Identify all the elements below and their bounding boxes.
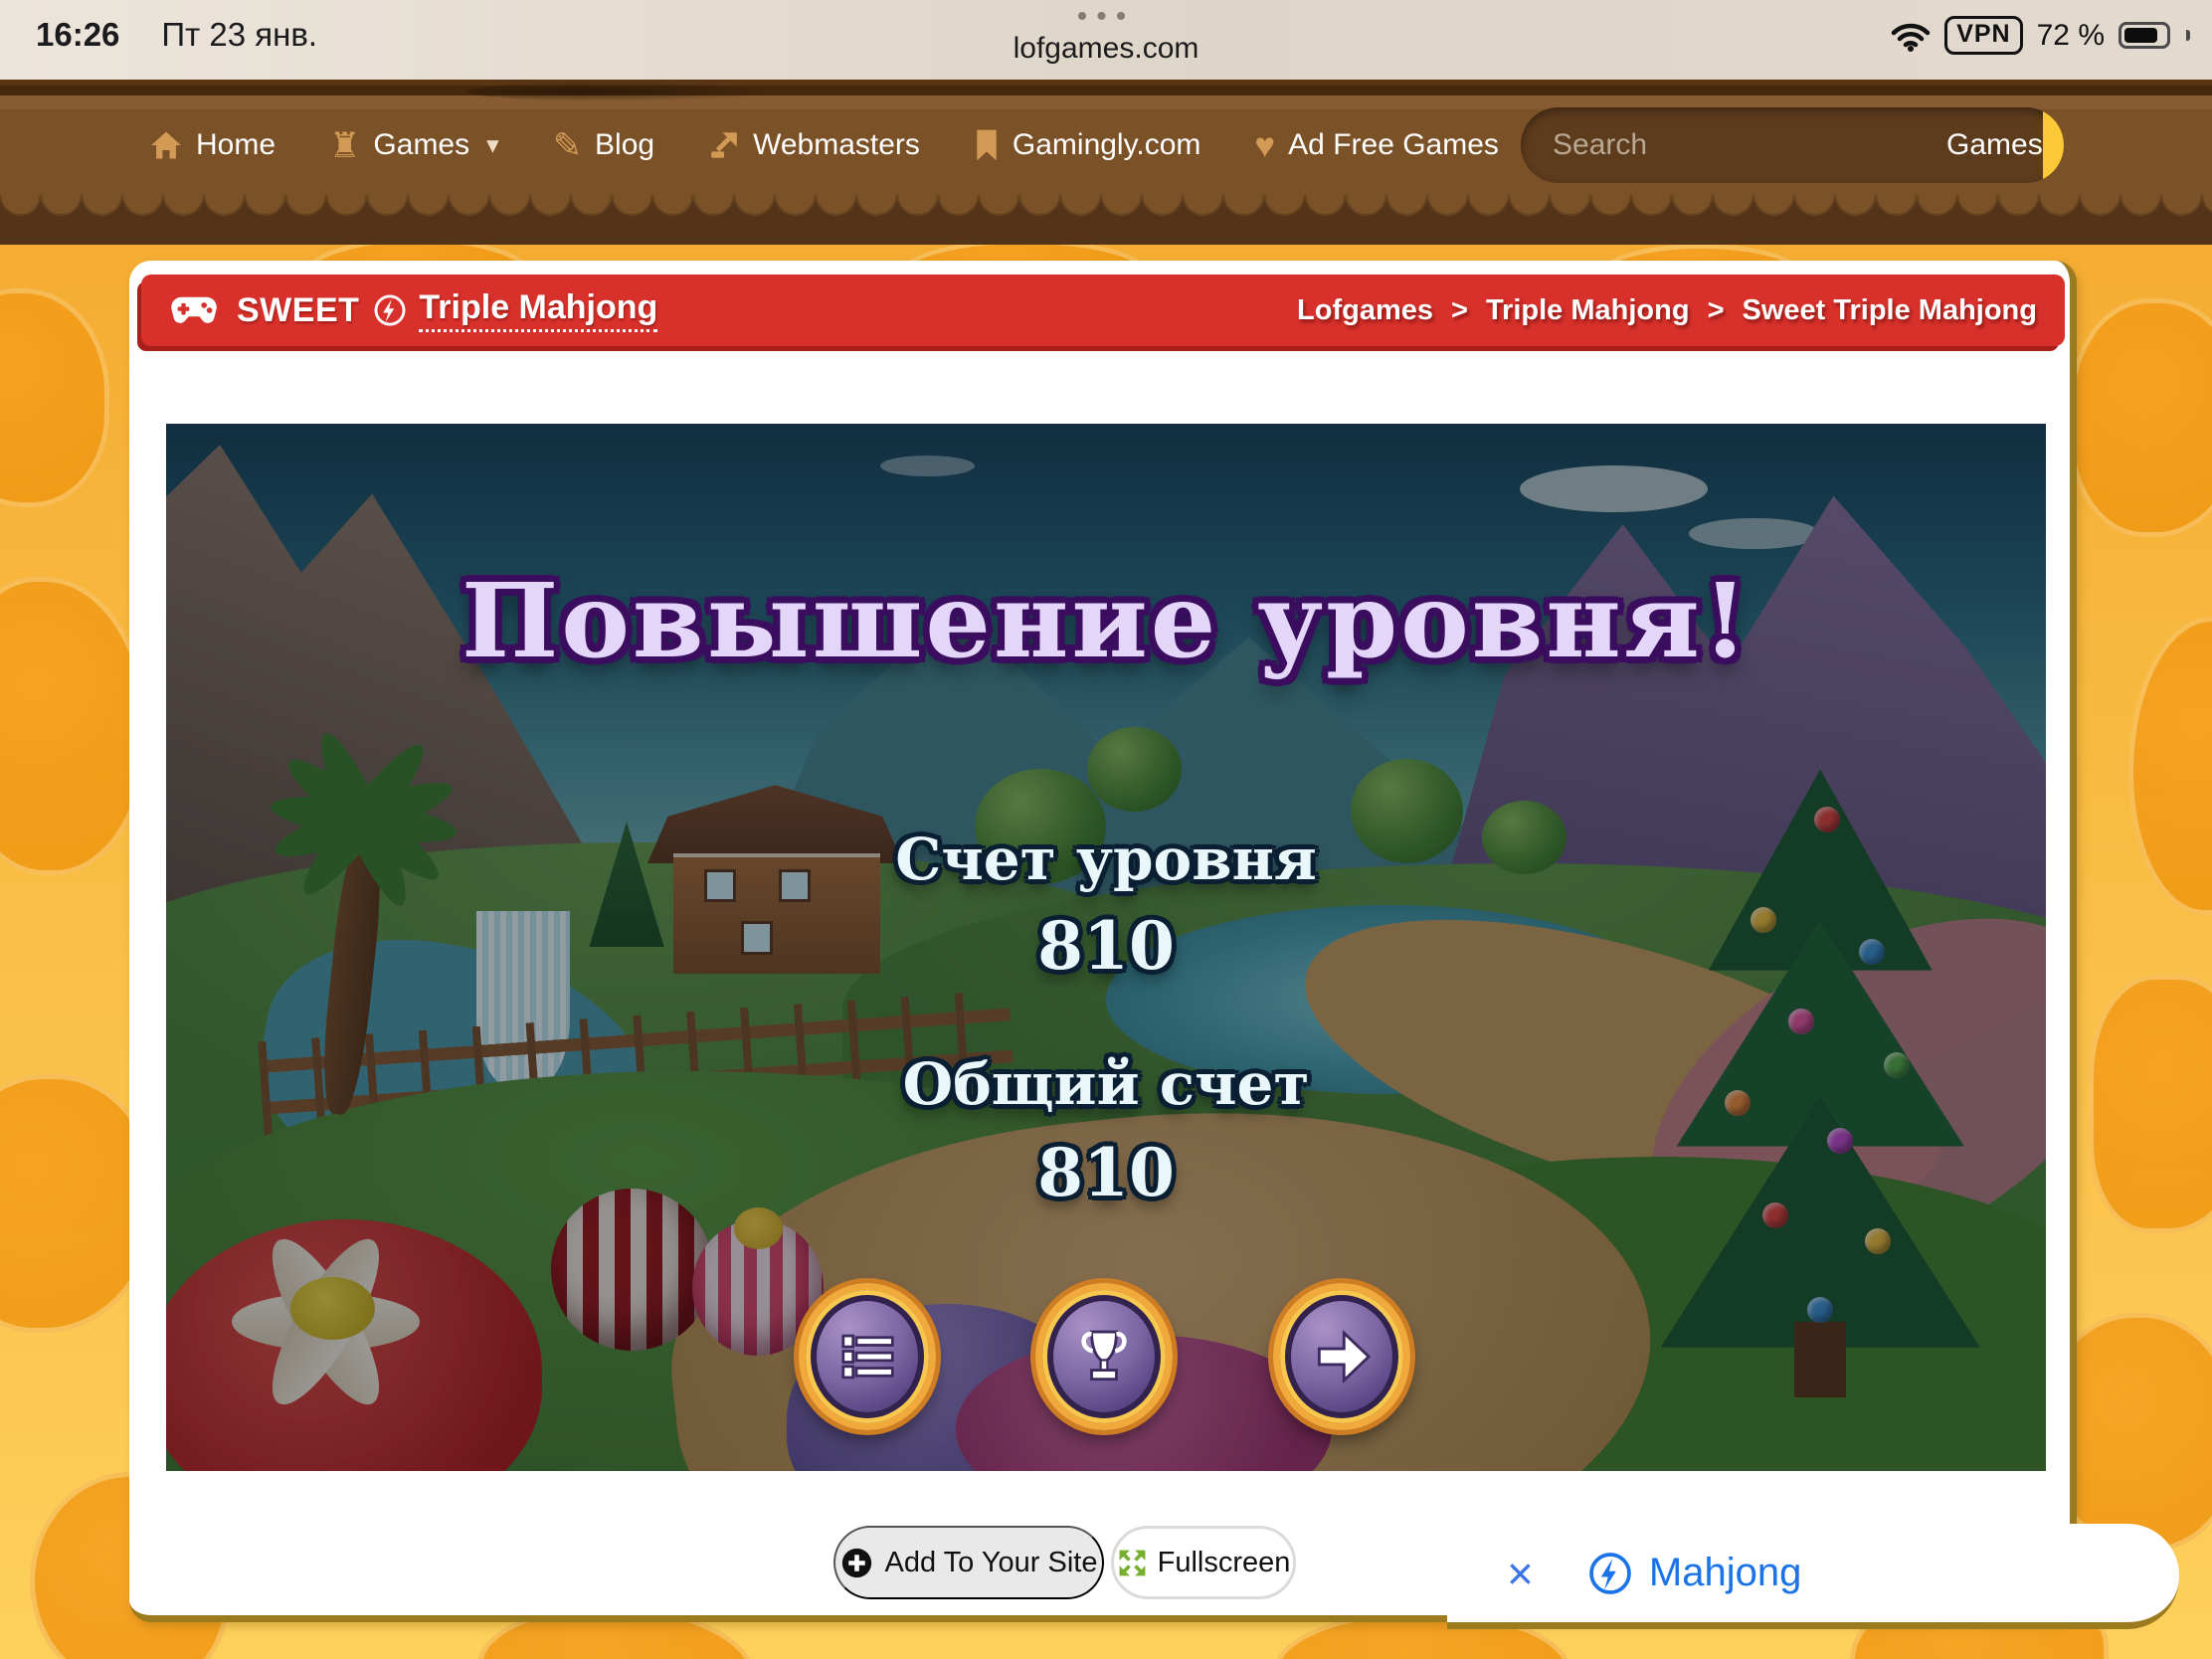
home-icon bbox=[151, 131, 181, 159]
nav-label: Games bbox=[373, 128, 470, 161]
nav-item-blog[interactable]: ✎ Blog bbox=[553, 128, 654, 163]
nav-item-gamingly[interactable]: Gamingly.com bbox=[974, 128, 1201, 162]
nav-item-home[interactable]: Home bbox=[149, 128, 276, 162]
nav-label: Home bbox=[196, 128, 276, 161]
bg-blob bbox=[2128, 617, 2212, 915]
vpn-badge: VPN bbox=[1944, 16, 2023, 55]
game-name-link[interactable]: Triple Mahjong bbox=[419, 288, 658, 332]
gamepad-icon bbox=[171, 296, 217, 323]
wifi-icon bbox=[1891, 23, 1931, 52]
nav-label: Gamingly.com bbox=[1012, 128, 1201, 161]
total-score-label: Общий счет bbox=[902, 1050, 1310, 1118]
related-game-panel: × Mahjong bbox=[1447, 1524, 2179, 1629]
breadcrumb-sweet-triple-mahjong[interactable]: Sweet Triple Mahjong bbox=[1743, 294, 2038, 327]
menu-list-icon bbox=[841, 1334, 894, 1380]
trophy-icon bbox=[1081, 1330, 1127, 1382]
battery-tip-icon bbox=[2186, 30, 2190, 41]
related-game-link[interactable]: Mahjong bbox=[1649, 1551, 1801, 1595]
site-logo-shadow bbox=[467, 82, 786, 101]
plus-circle-icon bbox=[841, 1548, 871, 1577]
status-center: ••• lofgames.com bbox=[0, 2, 2212, 66]
bg-blob bbox=[0, 577, 149, 875]
ios-status-bar: 16:26 Пт 23 янв. ••• lofgames.com VPN 72… bbox=[0, 0, 2212, 80]
site-search: Games bbox=[1521, 107, 2064, 183]
bg-blob bbox=[2069, 298, 2212, 537]
content-card: SWEET Triple Mahjong Lofgames > Triple M… bbox=[129, 261, 2077, 1622]
nav-scalloped-edge bbox=[0, 195, 2212, 245]
page-dots-icon[interactable]: ••• bbox=[0, 2, 2212, 32]
search-input[interactable] bbox=[1521, 107, 1946, 183]
breadcrumb-triple-mahjong[interactable]: Triple Mahjong bbox=[1486, 294, 1690, 327]
breadcrumb-separator: > bbox=[1707, 293, 1725, 326]
fullscreen-icon bbox=[1119, 1550, 1146, 1575]
game-canvas[interactable]: Повышение уровня! Счет уровня 810 Общий … bbox=[166, 424, 2046, 1471]
bg-blob bbox=[2089, 975, 2212, 1233]
nav-label: Ad Free Games bbox=[1288, 128, 1499, 161]
bg-blob bbox=[0, 288, 109, 507]
address-url[interactable]: lofgames.com bbox=[0, 32, 2212, 66]
breadcrumb-separator: > bbox=[1451, 293, 1468, 326]
game-trophy-button[interactable] bbox=[1035, 1283, 1173, 1430]
nav-label: Blog bbox=[595, 128, 655, 161]
nav-item-games[interactable]: ♜ Games ▾ bbox=[329, 128, 499, 163]
battery-percent: 72 % bbox=[2036, 18, 2105, 52]
rook-icon: ♜ bbox=[329, 125, 361, 165]
add-to-your-site-label: Add To Your Site bbox=[884, 1546, 1098, 1578]
nav-item-webmasters[interactable]: Webmasters bbox=[708, 128, 920, 162]
breadcrumb: Lofgames > Triple Mahjong > Sweet Triple… bbox=[1297, 294, 2037, 327]
bookmark-icon bbox=[977, 129, 997, 161]
level-up-title: Повышение уровня! bbox=[461, 561, 1751, 681]
pencil-icon: ✎ bbox=[552, 125, 583, 165]
level-score-label: Счет уровня bbox=[895, 826, 1317, 893]
battery-icon bbox=[2119, 22, 2170, 49]
breadcrumb-lofgames[interactable]: Lofgames bbox=[1297, 294, 1433, 327]
total-score-value: 810 bbox=[1037, 1134, 1175, 1211]
lightning-circle-icon bbox=[374, 294, 406, 326]
close-icon[interactable]: × bbox=[1507, 1551, 1534, 1596]
brand-name: SWEET bbox=[237, 290, 360, 329]
fullscreen-label: Fullscreen bbox=[1157, 1546, 1291, 1578]
nav-item-ad-free-games[interactable]: ♥ Ad Free Games bbox=[1254, 128, 1499, 163]
search-button[interactable] bbox=[2042, 107, 2064, 183]
level-score-value: 810 bbox=[1037, 907, 1175, 985]
arrow-right-icon bbox=[1317, 1329, 1372, 1384]
add-to-your-site-button[interactable]: Add To Your Site bbox=[833, 1526, 1104, 1599]
game-menu-button[interactable] bbox=[799, 1283, 936, 1430]
fullscreen-button[interactable]: Fullscreen bbox=[1111, 1526, 1296, 1599]
lightning-circle-icon bbox=[1589, 1552, 1631, 1594]
heart-icon: ♥ bbox=[1254, 125, 1276, 165]
game-title-banner: SWEET Triple Mahjong Lofgames > Triple M… bbox=[141, 275, 2065, 346]
nav-label: Webmasters bbox=[753, 128, 920, 161]
browser-divider bbox=[0, 80, 2212, 95]
search-category-select[interactable]: Games bbox=[1946, 107, 2043, 183]
external-link-icon bbox=[711, 132, 737, 158]
chevron-down-icon: ▾ bbox=[486, 131, 499, 159]
game-next-button[interactable] bbox=[1273, 1283, 1410, 1430]
status-right: VPN 72 % bbox=[1891, 16, 2190, 55]
main-navigation: Home ♜ Games ▾ ✎ Blog Webmasters Gamingl… bbox=[0, 95, 2212, 195]
